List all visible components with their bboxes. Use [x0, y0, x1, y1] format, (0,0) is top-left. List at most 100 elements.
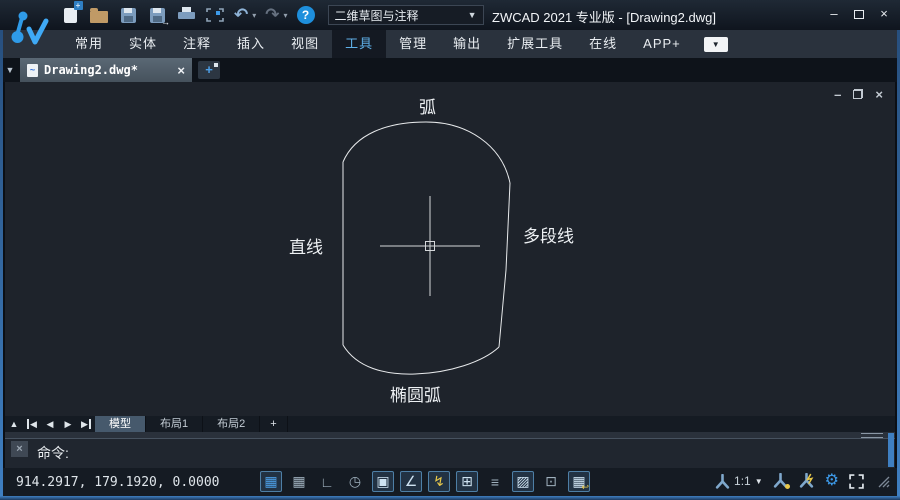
ortho-mode-toggle[interactable]: ∟	[316, 471, 338, 492]
layout-tab-model[interactable]: 模型	[95, 416, 146, 432]
polar-tracking-toggle[interactable]: ◷	[344, 471, 366, 492]
open-icon[interactable]	[89, 5, 109, 25]
window-border-left	[0, 30, 3, 497]
zwcad-logo-icon[interactable]	[8, 5, 54, 53]
window-title: ZWCAD 2021 专业版 - [Drawing2.dwg]	[492, 7, 716, 26]
command-panel-titlebar[interactable]	[5, 432, 895, 439]
close-button[interactable]: ×	[876, 8, 892, 22]
layout-menu-up-icon[interactable]: ▲	[5, 416, 23, 432]
ribbon-tab-view[interactable]: 视图	[278, 30, 332, 58]
ribbon-tab-home[interactable]: 常用	[62, 30, 116, 58]
ribbon-overflow-icon[interactable]: ▼	[704, 37, 728, 52]
command-panel-grip[interactable]	[861, 433, 883, 438]
save-as-icon[interactable]: →	[147, 5, 167, 25]
drawing-restore-button[interactable]	[853, 88, 863, 102]
ribbon-tab-tools[interactable]: 工具	[332, 30, 386, 58]
layout-next-icon[interactable]: ▶	[59, 416, 77, 432]
ribbon-tab-express-tools[interactable]: 扩展工具	[494, 30, 576, 58]
annotation-autoscale-icon[interactable]	[799, 473, 815, 489]
dwg-file-icon: ~	[27, 64, 38, 77]
ribbon-tab-bar: 常用 实体 注释 插入 视图 工具 管理 输出 扩展工具 在线 APP+ ▼	[0, 30, 900, 58]
layout-prev-icon[interactable]: ◀	[41, 416, 59, 432]
annotation-scale-icon	[715, 474, 730, 489]
new-drawing-icon[interactable]	[60, 5, 80, 25]
ribbon-tab-solid[interactable]: 实体	[116, 30, 170, 58]
drawing-close-button[interactable]: ×	[875, 88, 883, 102]
save-icon[interactable]	[118, 5, 138, 25]
status-right-group: 1:1 ▼ ⚙	[715, 472, 890, 490]
status-toggles: ▦ ▦ ∟ ◷ ▣ ∠ ↯ ⊞ ≡ ▨ ⊡ ▦↩	[260, 471, 590, 492]
workspace-dropdown-icon: ▼	[468, 10, 477, 20]
entity-arc[interactable]	[343, 122, 510, 183]
dynamic-input-toggle[interactable]: ↯	[428, 471, 450, 492]
dynamic-ucs-toggle[interactable]: ⊞	[456, 471, 478, 492]
document-tab[interactable]: ~ Drawing2.dwg* ×	[20, 58, 192, 82]
redo-icon[interactable]: ↷	[265, 5, 279, 25]
maximize-button[interactable]	[851, 8, 867, 22]
settings-gear-icon[interactable]: ⚙	[825, 472, 839, 490]
command-line-panel[interactable]: × 命令:	[5, 432, 895, 468]
grid-display-toggle[interactable]: ▦	[260, 471, 282, 492]
document-tab-close-icon[interactable]: ×	[177, 63, 185, 78]
redo-dropdown-icon[interactable]: ▾	[284, 11, 288, 20]
resize-grip[interactable]	[876, 474, 890, 488]
ribbon-tab-output[interactable]: 输出	[440, 30, 494, 58]
ribbon-tab-app-plus[interactable]: APP+	[630, 30, 694, 58]
object-snap-toggle[interactable]: ▣	[372, 471, 394, 492]
label-arc[interactable]: 弧	[419, 93, 436, 118]
snap-mode-toggle[interactable]: ▦	[288, 471, 310, 492]
ribbon-tab-insert[interactable]: 插入	[224, 30, 278, 58]
entity-elliptical-arc[interactable]	[343, 345, 499, 374]
document-tab-label: Drawing2.dwg*	[44, 63, 138, 77]
annotation-visibility-icon[interactable]	[773, 473, 789, 489]
annotation-scale-control[interactable]: 1:1 ▼	[715, 474, 763, 489]
document-tab-menu-icon[interactable]: ▼	[0, 58, 20, 82]
label-elliptical-arc[interactable]: 椭圆弧	[390, 381, 441, 406]
save-as-arrow: →	[161, 17, 170, 27]
window-border-bottom	[0, 496, 900, 500]
window-controls: – ×	[826, 8, 892, 22]
label-polyline[interactable]: 多段线	[523, 222, 574, 247]
undo-icon[interactable]: ↶	[234, 5, 248, 25]
new-layout-button[interactable]: +	[260, 416, 287, 432]
new-document-tab-button[interactable]: +	[198, 61, 220, 79]
zwcad-window: → ↶ ▾ ↷ ▾ ? 二维草图与注释 ▼ ZWCAD 2021 专业版 - […	[0, 0, 900, 500]
drawing-window-controls: – ×	[834, 88, 883, 102]
crosshair-cursor	[380, 196, 480, 296]
drawing-minimize-button[interactable]: –	[834, 88, 841, 102]
undo-dropdown-icon[interactable]: ▾	[252, 11, 256, 20]
plot-preview-icon[interactable]	[205, 5, 225, 25]
help-icon[interactable]: ?	[297, 6, 315, 24]
workspace-value: 二维草图与注释	[335, 7, 419, 24]
ribbon-tab-annotate[interactable]: 注释	[170, 30, 224, 58]
layout-tab-layout1[interactable]: 布局1	[146, 416, 203, 432]
annotation-scale-value: 1:1	[734, 474, 751, 488]
layout-tab-layout2[interactable]: 布局2	[203, 416, 260, 432]
annotation-scale-dropdown-icon: ▼	[755, 477, 763, 486]
command-prompt[interactable]: 命令:	[37, 443, 69, 463]
lineweight-toggle[interactable]: ≡	[484, 471, 506, 492]
ribbon-tab-online[interactable]: 在线	[576, 30, 630, 58]
coordinates-readout: 914.2917, 179.1920, 0.0000	[16, 475, 220, 490]
quick-properties-toggle[interactable]: ⊡	[540, 471, 562, 492]
command-panel-close-icon[interactable]: ×	[11, 441, 28, 457]
quick-access-toolbar: → ↶ ▾ ↷ ▾ ? 二维草图与注释 ▼	[60, 3, 484, 27]
ribbon-tab-manage[interactable]: 管理	[386, 30, 440, 58]
selection-cycling-toggle[interactable]: ▦↩	[568, 471, 590, 492]
status-bar: 914.2917, 179.1920, 0.0000 ▦ ▦ ∟ ◷ ▣ ∠ ↯…	[0, 468, 900, 496]
model-space-canvas[interactable]: 弧 直线 多段线 椭圆弧 – ×	[5, 82, 895, 416]
fullscreen-icon[interactable]	[849, 474, 864, 489]
layout-first-icon[interactable]: ◀	[23, 416, 41, 432]
label-line[interactable]: 直线	[289, 233, 323, 258]
object-snap-tracking-toggle[interactable]: ∠	[400, 471, 422, 492]
document-tab-bar: ▼ ~ Drawing2.dwg* × +	[0, 58, 900, 82]
minimize-button[interactable]: –	[826, 8, 842, 22]
entity-polyline[interactable]	[499, 183, 510, 347]
workspace-selector[interactable]: 二维草图与注释 ▼	[328, 5, 484, 25]
layout-tab-bar: ▲ ◀ ◀ ▶ ▶ 模型 布局1 布局2 +	[5, 416, 895, 432]
command-scrollbar[interactable]	[888, 433, 894, 467]
layout-last-icon[interactable]: ▶	[77, 416, 95, 432]
title-bar: → ↶ ▾ ↷ ▾ ? 二维草图与注释 ▼ ZWCAD 2021 专业版 - […	[0, 0, 900, 30]
print-icon[interactable]	[176, 5, 196, 25]
transparency-toggle[interactable]: ▨	[512, 471, 534, 492]
